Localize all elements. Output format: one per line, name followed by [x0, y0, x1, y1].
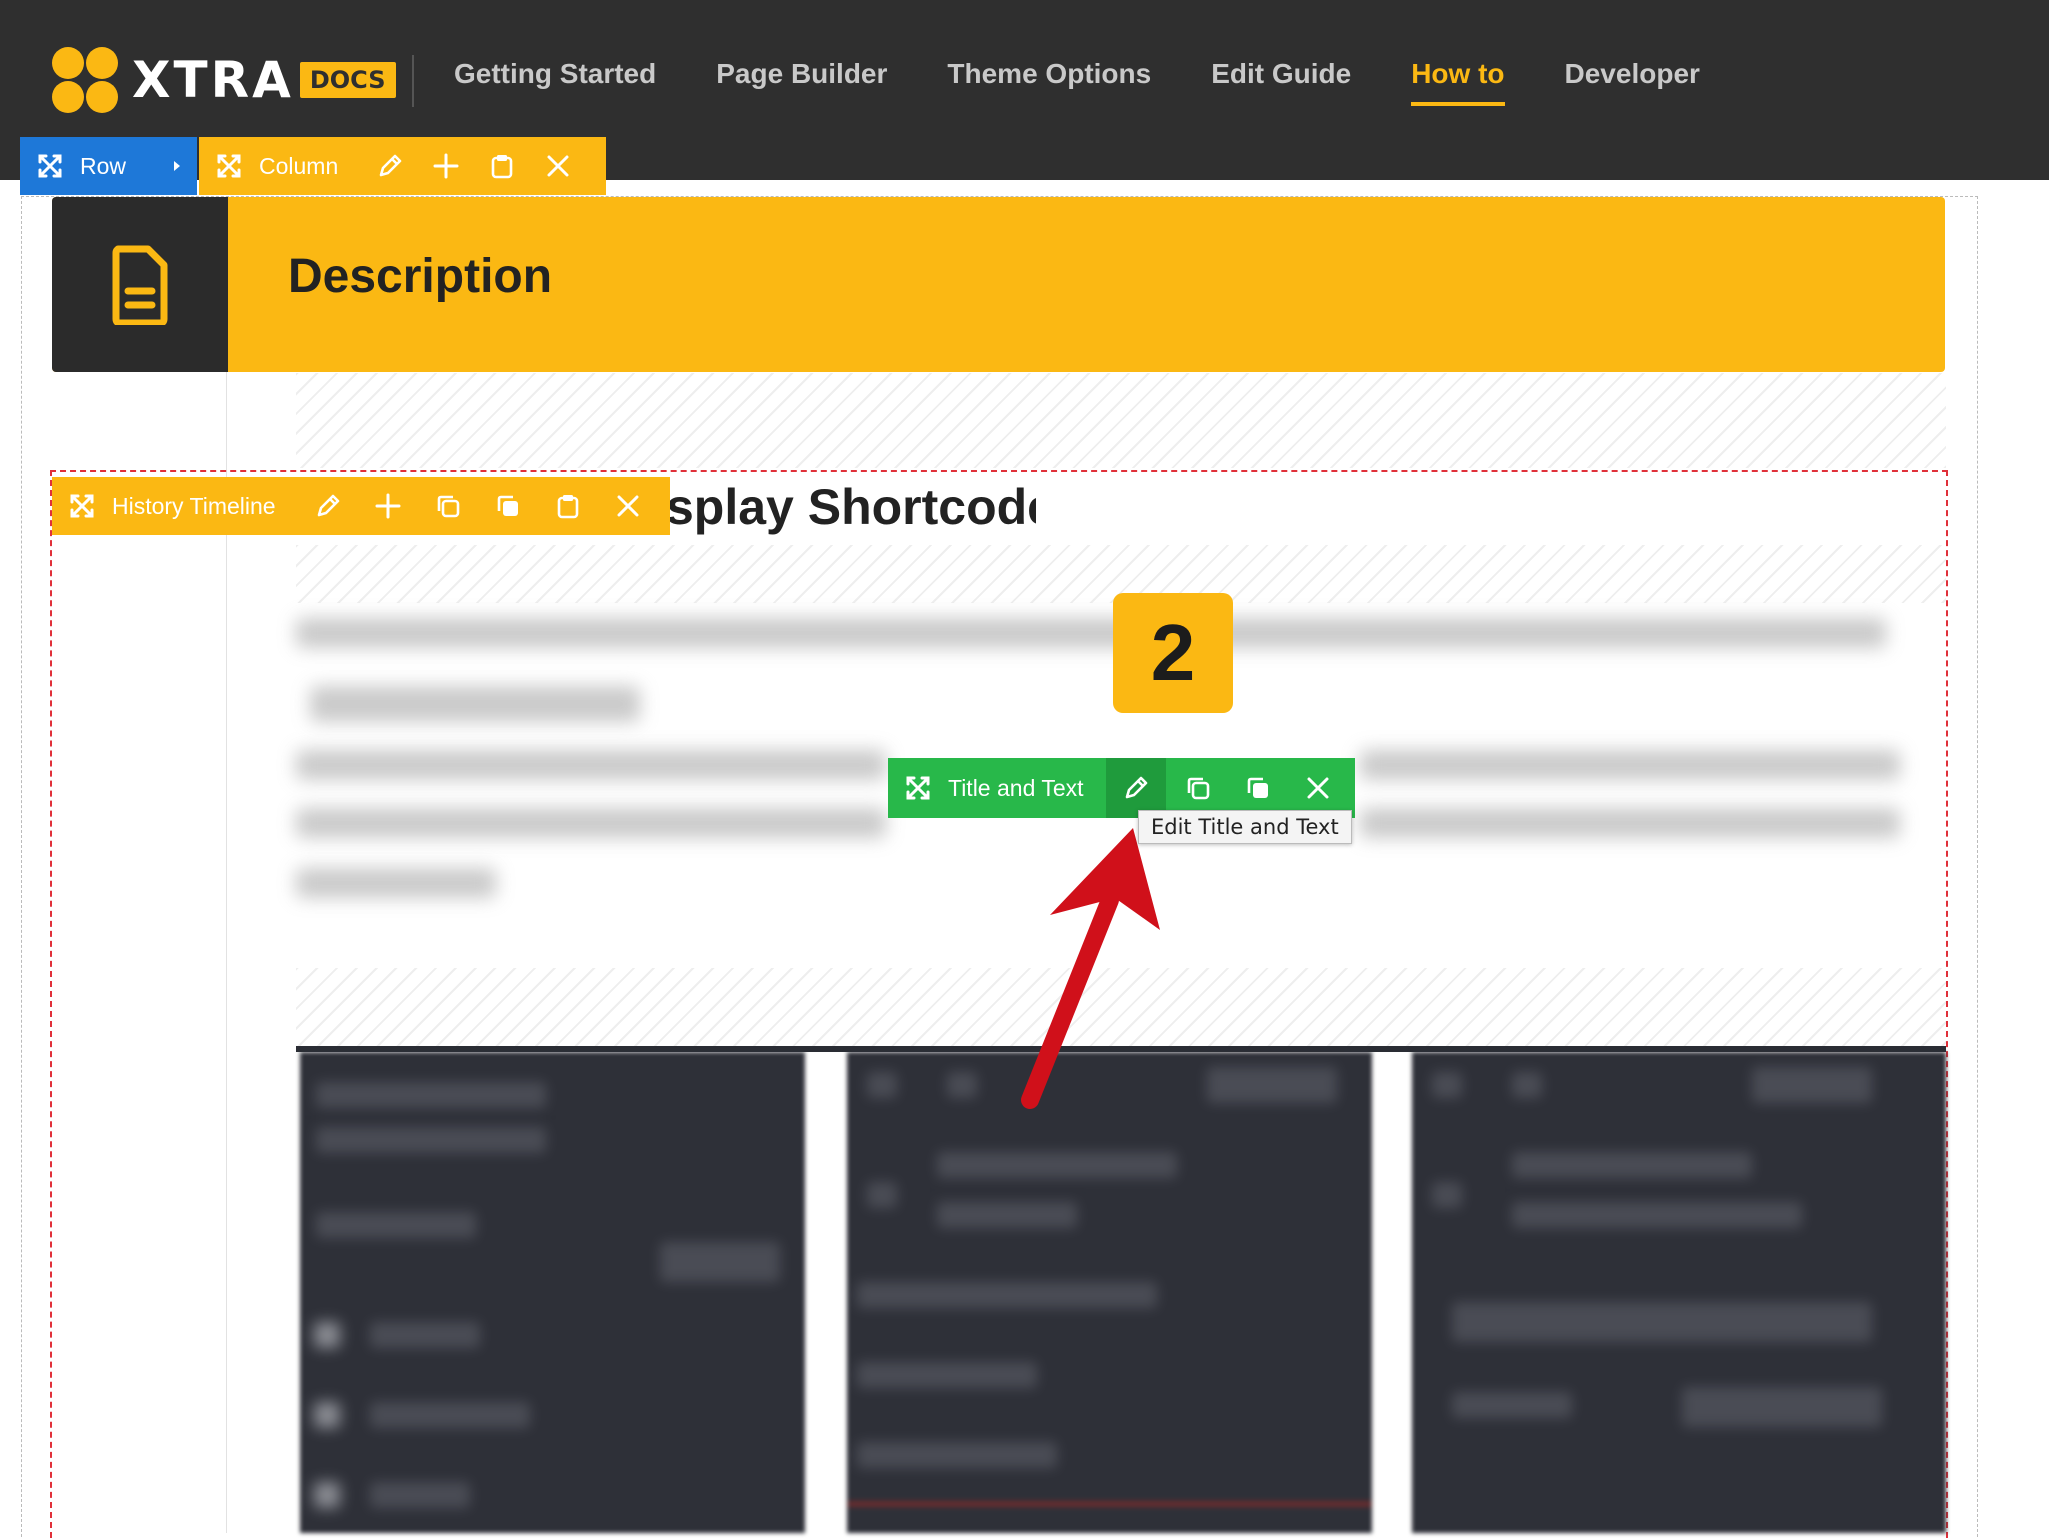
logo-badge: DOCS	[299, 62, 396, 98]
nav-theme-options[interactable]: Theme Options	[947, 58, 1151, 90]
history-timeline-toolbar: History Timeline	[52, 477, 670, 535]
step-number-badge: 2	[1113, 593, 1233, 713]
section-heading-text: splay Shortcode	[666, 479, 1036, 535]
history-timeline-label[interactable]: History Timeline	[112, 493, 276, 520]
nav-developer[interactable]: Developer	[1565, 58, 1700, 90]
spacer-hatch	[296, 373, 1946, 468]
column-label[interactable]: Column	[259, 153, 338, 180]
blurred-text	[296, 618, 1886, 648]
clipboard-icon[interactable]	[488, 152, 516, 180]
blurred-text	[296, 868, 496, 898]
screenshot-panel	[300, 1052, 805, 1533]
title-and-text-toolbar: Title and Text	[888, 758, 1355, 818]
column-toolbar: Column	[199, 137, 606, 195]
row-toolbar: Row	[20, 137, 197, 195]
row-label[interactable]: Row	[80, 153, 126, 180]
screenshot-panel	[1412, 1052, 1946, 1533]
plus-icon[interactable]	[374, 492, 402, 520]
edit-tooltip: Edit Title and Text	[1138, 810, 1352, 844]
clone-icon[interactable]	[1244, 774, 1272, 802]
description-title: Description	[288, 250, 553, 303]
nav-page-builder[interactable]: Page Builder	[716, 58, 887, 90]
nav-edit-guide[interactable]: Edit Guide	[1211, 58, 1351, 90]
blurred-text	[310, 686, 640, 722]
pencil-icon[interactable]	[1122, 774, 1150, 802]
site-logo[interactable]: XTRA DOCS	[50, 45, 396, 115]
clipboard-icon[interactable]	[554, 492, 582, 520]
close-icon[interactable]	[614, 492, 642, 520]
logo-mark-icon	[50, 45, 120, 115]
caret-right-icon[interactable]	[170, 152, 184, 180]
logo-text: XTRA	[132, 51, 294, 109]
title-and-text-label[interactable]: Title and Text	[948, 775, 1084, 802]
description-block: Description	[52, 197, 1945, 372]
blurred-text	[1360, 808, 1900, 838]
edit-title-and-text-button[interactable]	[1105, 758, 1166, 818]
clone-icon[interactable]	[494, 492, 522, 520]
header-divider	[412, 55, 414, 107]
nav-getting-started[interactable]: Getting Started	[454, 58, 656, 90]
nav-how-to[interactable]: How to	[1411, 58, 1505, 106]
close-icon[interactable]	[544, 152, 572, 180]
copy-icon[interactable]	[434, 492, 462, 520]
move-arrows-icon[interactable]	[904, 774, 932, 802]
blurred-text	[296, 750, 886, 780]
main-nav: Getting Started Page Builder Theme Optio…	[454, 58, 1760, 106]
document-icon	[110, 245, 170, 325]
close-icon[interactable]	[1304, 774, 1332, 802]
plus-icon[interactable]	[432, 152, 460, 180]
move-arrows-icon[interactable]	[68, 492, 96, 520]
screenshot-panel	[847, 1052, 1372, 1533]
pencil-icon[interactable]	[376, 152, 404, 180]
annotation-arrow-icon	[1021, 828, 1160, 1109]
copy-icon[interactable]	[1184, 774, 1212, 802]
move-arrows-icon[interactable]	[215, 152, 243, 180]
blurred-text	[1360, 750, 1900, 780]
description-icon-box	[52, 197, 228, 372]
move-arrows-icon[interactable]	[36, 152, 64, 180]
pencil-icon[interactable]	[314, 492, 342, 520]
blurred-text	[296, 808, 886, 838]
